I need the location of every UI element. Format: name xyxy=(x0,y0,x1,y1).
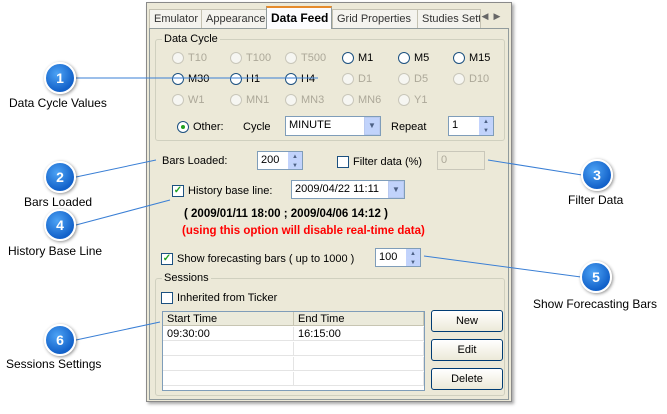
data-cycle-group: Data Cycle T10 T100 T500 M1 M5 M15 M30 H… xyxy=(155,33,505,141)
chevron-down-icon[interactable]: ▼ xyxy=(388,181,404,198)
tab-data-feed[interactable]: Data Feed xyxy=(266,6,332,29)
callout-caption-4: History Base Line xyxy=(8,244,103,258)
repeat-label: Repeat xyxy=(391,121,427,133)
spin-down-icon: ▼ xyxy=(406,257,420,266)
edit-session-button[interactable]: Edit xyxy=(431,339,503,361)
radio-t500[interactable]: T500 xyxy=(285,51,326,65)
radio-m1[interactable]: M1 xyxy=(342,51,373,65)
spin-down-icon: ▼ xyxy=(479,126,493,135)
chevron-down-icon[interactable]: ▼ xyxy=(364,117,380,135)
repeat-input[interactable]: 1 xyxy=(448,116,480,136)
bars-loaded-label: Bars Loaded: xyxy=(162,155,228,167)
start-time-cell[interactable]: 09:30:00 xyxy=(163,327,294,341)
new-session-button[interactable]: New xyxy=(431,310,503,332)
end-time-cell[interactable] xyxy=(294,357,424,371)
radio-y1[interactable]: Y1 xyxy=(398,93,427,107)
start-time-cell[interactable] xyxy=(163,342,294,356)
tab-emulator[interactable]: Emulator xyxy=(149,9,202,28)
callout-caption-6: Sessions Settings xyxy=(6,357,102,371)
inherited-from-ticker-checkbox[interactable]: Inherited from Ticker xyxy=(161,291,277,305)
start-time-cell[interactable] xyxy=(163,357,294,371)
end-time-cell[interactable] xyxy=(294,342,424,356)
sessions-table: Start Time End Time 09:30:00 16:15:00 xyxy=(162,311,425,391)
end-time-cell[interactable] xyxy=(294,372,424,386)
column-header-start-time[interactable]: Start Time xyxy=(163,312,294,326)
callout-badge-1: 1 xyxy=(44,62,76,94)
callout-caption-5: Show Forecasting Bars xyxy=(533,297,658,311)
callout-badge-6: 6 xyxy=(44,324,76,356)
tab-grid-properties[interactable]: Grid Properties xyxy=(332,9,418,28)
radio-w1[interactable]: W1 xyxy=(172,93,205,107)
cycle-label: Cycle xyxy=(243,121,271,133)
table-row[interactable] xyxy=(163,372,424,386)
forecasting-bars-spinner[interactable]: ▲ ▼ xyxy=(406,248,421,267)
sessions-group: Sessions Inherited from Ticker Start Tim… xyxy=(155,272,505,396)
show-forecasting-checkbox[interactable]: ✓ Show forecasting bars ( up to 1000 ) xyxy=(161,252,354,266)
radio-t100[interactable]: T100 xyxy=(230,51,271,65)
radio-mn3[interactable]: MN3 xyxy=(285,93,324,107)
table-row[interactable] xyxy=(163,357,424,371)
sessions-title: Sessions xyxy=(162,272,211,284)
callout-badge-3: 3 xyxy=(581,159,613,191)
radio-t10[interactable]: T10 xyxy=(172,51,207,65)
chevron-right-icon[interactable]: ▶ xyxy=(491,11,503,22)
bars-loaded-input[interactable]: 200 xyxy=(257,151,289,170)
tab-appearance[interactable]: Appearance xyxy=(201,9,267,28)
tab-scroll-arrows[interactable]: ◀ ▶ xyxy=(479,11,505,25)
callout-caption-2: Bars Loaded xyxy=(24,195,93,209)
radio-other[interactable]: Other: xyxy=(177,120,224,134)
delete-session-button[interactable]: Delete xyxy=(431,368,503,390)
tab-studies-settings[interactable]: Studies Sett xyxy=(417,9,481,28)
radio-m30[interactable]: M30 xyxy=(172,72,209,86)
radio-h1[interactable]: H1 xyxy=(230,72,260,86)
radio-d1[interactable]: D1 xyxy=(342,72,372,86)
table-row[interactable]: 09:30:00 16:15:00 xyxy=(163,327,424,341)
data-feed-panel: Data Cycle T10 T100 T500 M1 M5 M15 M30 H… xyxy=(149,28,509,400)
data-cycle-title: Data Cycle xyxy=(162,33,220,45)
spin-up-icon: ▲ xyxy=(479,117,493,126)
radio-m15[interactable]: M15 xyxy=(453,51,490,65)
forecasting-bars-input[interactable]: 100 xyxy=(375,248,407,267)
end-time-cell[interactable]: 16:15:00 xyxy=(294,327,424,341)
spin-up-icon: ▲ xyxy=(406,249,420,258)
callout-caption-1: Data Cycle Values xyxy=(9,96,107,110)
properties-window: Emulator Appearance Data Feed Grid Prope… xyxy=(146,2,512,402)
callout-badge-5: 5 xyxy=(580,261,612,293)
radio-d10[interactable]: D10 xyxy=(453,72,489,86)
repeat-spinner[interactable]: ▲ ▼ xyxy=(479,116,494,136)
column-header-end-time[interactable]: End Time xyxy=(294,312,424,326)
radio-d5[interactable]: D5 xyxy=(398,72,428,86)
history-range-text: ( 2009/01/11 18:00 ; 2009/04/06 14:12 ) xyxy=(184,208,388,220)
filter-data-checkbox[interactable]: Filter data (%) xyxy=(337,155,422,169)
table-row[interactable] xyxy=(163,342,424,356)
callout-badge-2: 2 xyxy=(44,161,76,193)
history-base-line-checkbox[interactable]: ✓ History base line: xyxy=(172,184,272,198)
radio-h4[interactable]: H4 xyxy=(285,72,315,86)
history-warning-text: (using this option will disable real-tim… xyxy=(182,225,425,237)
chevron-left-icon[interactable]: ◀ xyxy=(479,11,491,22)
bars-loaded-spinner[interactable]: ▲ ▼ xyxy=(288,151,303,170)
radio-mn1[interactable]: MN1 xyxy=(230,93,269,107)
radio-mn6[interactable]: MN6 xyxy=(342,93,381,107)
tab-bar: Emulator Appearance Data Feed Grid Prope… xyxy=(147,3,511,29)
spin-down-icon: ▼ xyxy=(288,160,302,169)
filter-data-input[interactable]: 0 xyxy=(437,151,485,170)
start-time-cell[interactable] xyxy=(163,372,294,386)
callout-caption-3: Filter Data xyxy=(568,193,624,207)
callout-badge-4: 4 xyxy=(44,209,76,241)
radio-m5[interactable]: M5 xyxy=(398,51,429,65)
spin-up-icon: ▲ xyxy=(288,152,302,161)
